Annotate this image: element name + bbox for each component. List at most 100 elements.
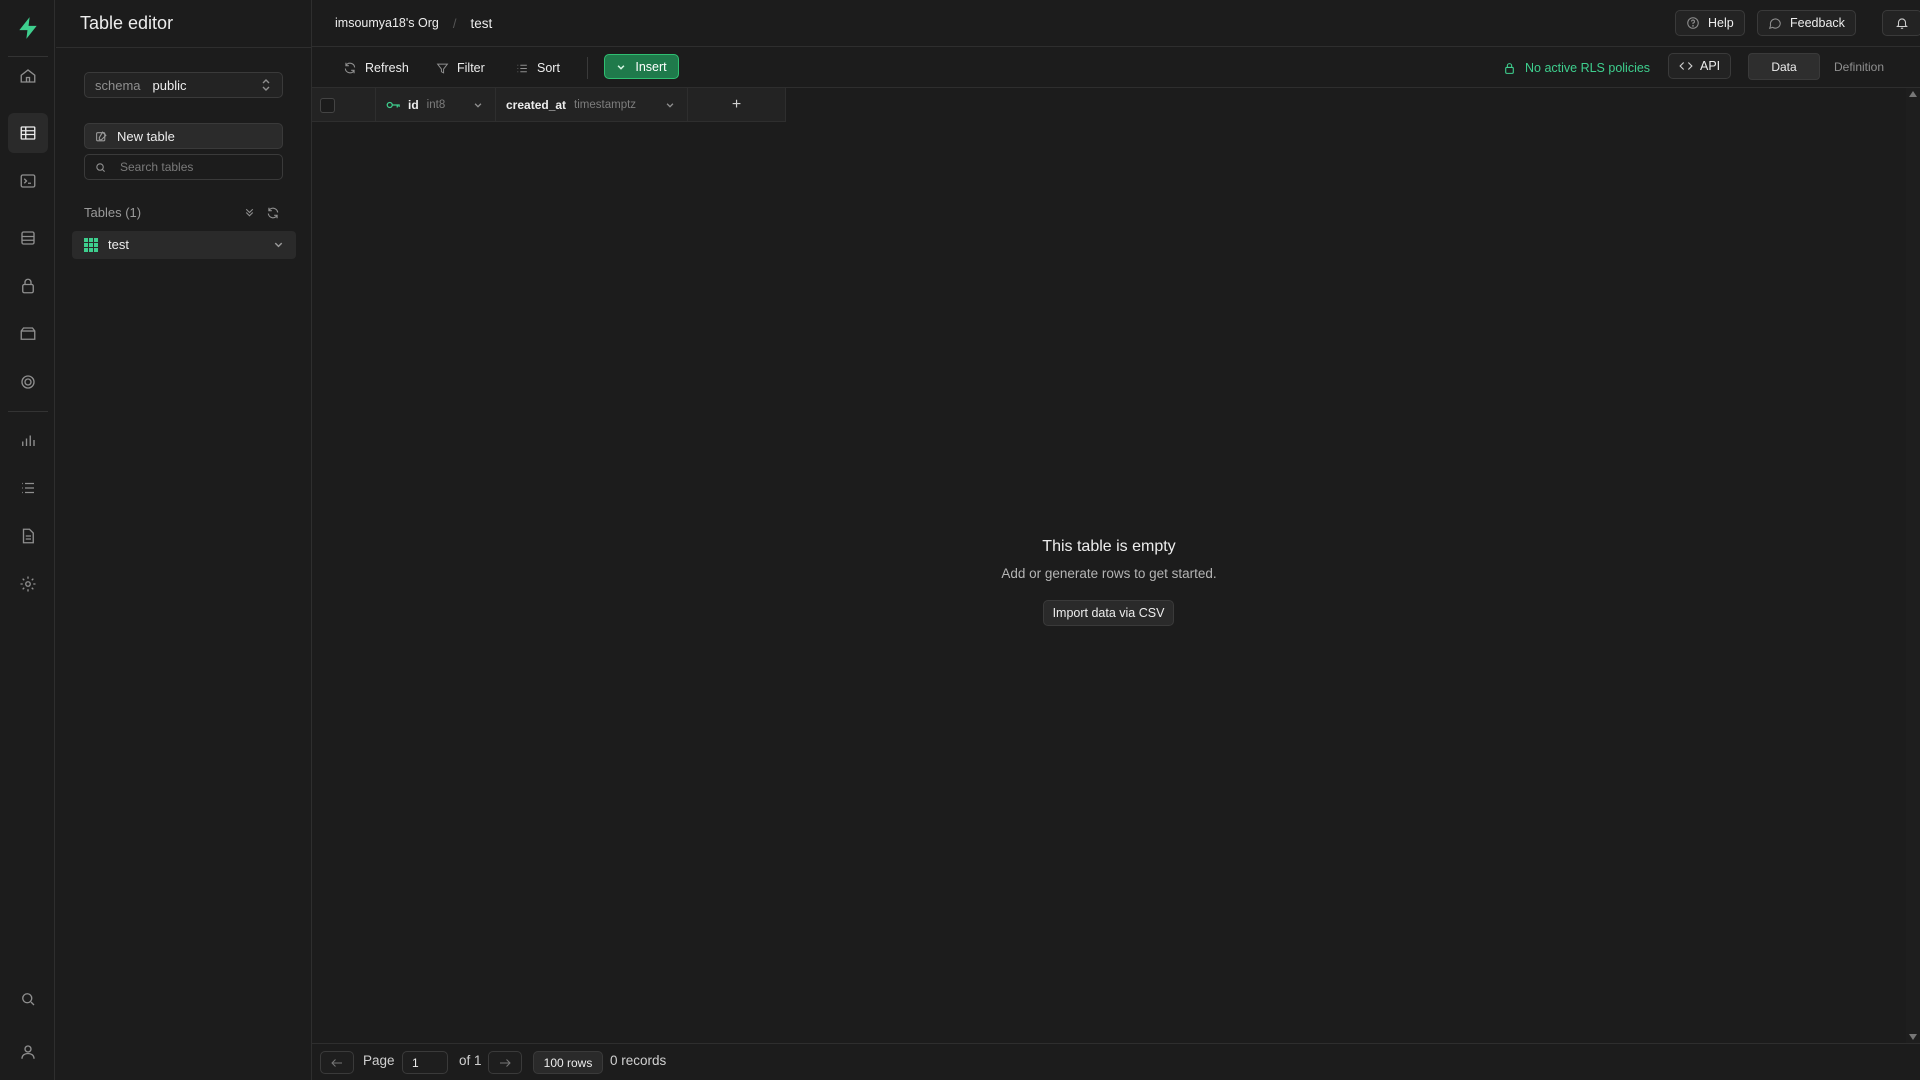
next-page-button[interactable] bbox=[488, 1051, 522, 1074]
column-name: id bbox=[408, 98, 419, 112]
sort-button[interactable]: Sort bbox=[516, 57, 560, 79]
terminal-icon[interactable] bbox=[8, 161, 48, 201]
search-tables-field[interactable] bbox=[84, 154, 283, 180]
chevron-down-icon[interactable] bbox=[273, 239, 284, 250]
refresh-icon[interactable] bbox=[266, 206, 280, 220]
bell-icon bbox=[1895, 16, 1909, 30]
lock-icon[interactable] bbox=[8, 266, 48, 306]
help-label: Help bbox=[1708, 16, 1734, 30]
collapse-all-icon[interactable] bbox=[243, 206, 256, 219]
insert-button[interactable]: Insert bbox=[604, 54, 679, 79]
filter-icon bbox=[436, 62, 449, 75]
sidebar: Table editor schema public New table Tab… bbox=[56, 0, 312, 1080]
message-icon bbox=[1768, 16, 1782, 30]
page-total: of 1 bbox=[459, 1053, 482, 1068]
sort-icon bbox=[516, 62, 529, 75]
notifications-button[interactable] bbox=[1882, 10, 1920, 36]
logo-icon[interactable] bbox=[8, 8, 48, 48]
archive-icon[interactable] bbox=[8, 314, 48, 354]
activity-divider bbox=[8, 411, 48, 412]
rows-per-page-button[interactable]: 100 rows bbox=[533, 1051, 603, 1074]
api-label: API bbox=[1700, 59, 1721, 73]
feedback-label: Feedback bbox=[1790, 16, 1845, 30]
column-type: int8 bbox=[426, 99, 446, 111]
search-icon[interactable] bbox=[8, 979, 48, 1019]
search-tables-input[interactable] bbox=[120, 160, 275, 174]
chevron-up-down-icon bbox=[260, 78, 272, 92]
breadcrumb-current[interactable]: test bbox=[470, 16, 492, 31]
empty-state-subtitle: Add or generate rows to get started. bbox=[1001, 566, 1217, 581]
feedback-button[interactable]: Feedback bbox=[1757, 10, 1856, 36]
top-bar: imsoumya18's Org / test Help Feedback bbox=[312, 0, 1920, 47]
code-icon bbox=[1679, 60, 1693, 72]
edit-icon bbox=[95, 130, 108, 143]
tab-data[interactable]: Data bbox=[1748, 53, 1820, 80]
grid-toolbar: Refresh Filter Sort Insert No active RLS… bbox=[312, 47, 1920, 88]
arrow-left-icon bbox=[331, 1058, 343, 1068]
document-icon[interactable] bbox=[8, 516, 48, 556]
refresh-label: Refresh bbox=[365, 61, 409, 75]
new-table-label: New table bbox=[117, 128, 175, 144]
filter-label: Filter bbox=[457, 61, 485, 75]
breadcrumb-separator: / bbox=[452, 15, 457, 31]
table-name: test bbox=[108, 237, 129, 252]
select-all-checkbox[interactable] bbox=[320, 98, 335, 113]
import-csv-button[interactable]: Import data via CSV bbox=[1043, 600, 1174, 626]
breadcrumb: imsoumya18's Org / test bbox=[335, 0, 492, 46]
grid-header-row: id int8 created_at timestamptz + bbox=[312, 88, 786, 122]
filter-button[interactable]: Filter bbox=[436, 57, 485, 79]
scroll-down-icon[interactable] bbox=[1909, 1034, 1917, 1040]
list-icon[interactable] bbox=[8, 468, 48, 508]
select-all-cell bbox=[312, 88, 376, 122]
sidebar-item-table-test[interactable]: test bbox=[72, 231, 296, 259]
api-button[interactable]: API bbox=[1668, 53, 1732, 79]
schema-label: schema bbox=[95, 77, 141, 93]
table-grid-icon bbox=[84, 238, 98, 252]
toolbar-divider bbox=[587, 57, 588, 79]
chevron-down-icon[interactable] bbox=[473, 100, 483, 110]
scroll-up-icon[interactable] bbox=[1909, 91, 1917, 97]
column-type: timestamptz bbox=[574, 99, 637, 111]
column-name: created_at bbox=[506, 98, 567, 112]
schema-selector[interactable]: schema public bbox=[84, 72, 283, 98]
previous-page-button[interactable] bbox=[320, 1051, 354, 1074]
rls-label: No active RLS policies bbox=[1525, 61, 1651, 75]
data-grid: This table is empty Add or generate rows… bbox=[312, 88, 1906, 1043]
refresh-button[interactable]: Refresh bbox=[343, 57, 409, 79]
refresh-icon bbox=[343, 61, 357, 75]
chevron-down-icon[interactable] bbox=[665, 100, 675, 110]
page-title: Table editor bbox=[80, 13, 174, 33]
page-number-input[interactable] bbox=[402, 1051, 448, 1074]
new-table-button[interactable]: New table bbox=[84, 123, 283, 149]
help-button[interactable]: Help bbox=[1675, 10, 1745, 36]
schema-value: public bbox=[152, 77, 187, 93]
rls-policies-link[interactable]: No active RLS policies bbox=[1503, 57, 1650, 79]
search-icon bbox=[95, 162, 106, 173]
database-icon[interactable] bbox=[8, 218, 48, 258]
empty-state-title: This table is empty bbox=[1042, 538, 1176, 555]
sort-label: Sort bbox=[537, 61, 560, 75]
breadcrumb-org[interactable]: imsoumya18's Org bbox=[335, 16, 439, 30]
gear-icon[interactable] bbox=[8, 564, 48, 604]
tables-count-label: Tables (1) bbox=[84, 205, 142, 220]
view-toggle: Data Definition bbox=[1748, 53, 1900, 80]
chevron-down-icon bbox=[616, 62, 626, 72]
table-icon[interactable] bbox=[8, 113, 48, 153]
column-header-created-at[interactable]: created_at timestamptz bbox=[496, 88, 688, 122]
help-icon bbox=[1686, 16, 1700, 30]
home-icon[interactable] bbox=[8, 56, 48, 96]
divider bbox=[56, 47, 312, 48]
add-column-button[interactable]: + bbox=[688, 88, 786, 122]
column-header-id[interactable]: id int8 bbox=[376, 88, 496, 122]
primary-key-icon bbox=[386, 100, 401, 110]
lock-icon bbox=[1503, 62, 1516, 75]
plus-icon: + bbox=[731, 96, 742, 113]
tab-definition[interactable]: Definition bbox=[1820, 53, 1898, 80]
realtime-icon[interactable] bbox=[8, 362, 48, 402]
vertical-scrollbar[interactable] bbox=[1906, 88, 1920, 1043]
tables-heading: Tables (1) bbox=[84, 205, 284, 221]
insert-label: Insert bbox=[635, 59, 667, 74]
bar-chart-icon[interactable] bbox=[8, 420, 48, 460]
user-icon[interactable] bbox=[8, 1032, 48, 1072]
records-count: 0 records bbox=[610, 1053, 667, 1068]
